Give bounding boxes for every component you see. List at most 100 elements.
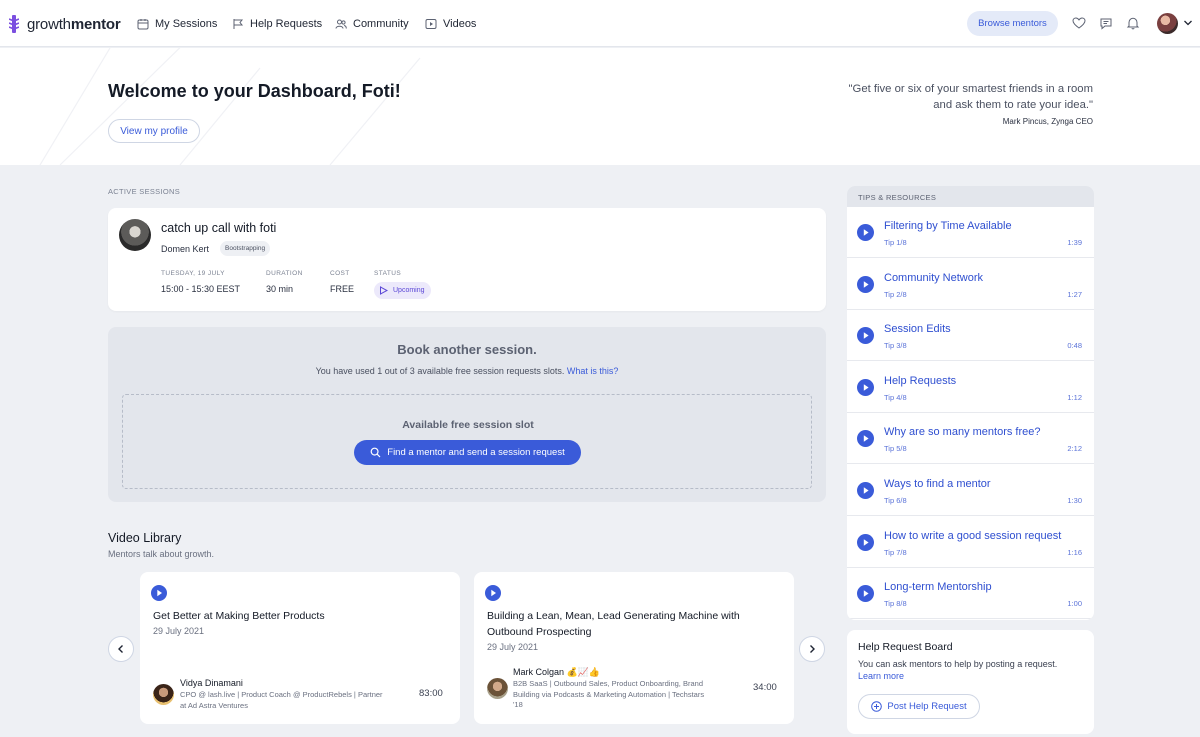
- play-icon[interactable]: [857, 585, 874, 603]
- mentor-avatar: [119, 219, 151, 251]
- tip-duration: 0:48: [1067, 341, 1082, 351]
- nav-community[interactable]: Community: [335, 15, 409, 33]
- logo[interactable]: growthmentor: [9, 14, 121, 34]
- hero-banner: Welcome to your Dashboard, Foti! View my…: [0, 48, 1200, 165]
- quote-text: "Get five or six of your smartest friend…: [848, 83, 1093, 111]
- video-icon: [425, 19, 437, 29]
- tip-title: Community Network: [884, 271, 984, 284]
- video-author: Vidya Dinamani: [180, 678, 243, 688]
- tip-item[interactable]: Filtering by Time Available Tip 1/8 1:39: [847, 207, 1094, 258]
- video-author-description: CPO @ lash.live | Product Coach @ Produc…: [180, 690, 383, 710]
- tip-duration: 1:30: [1067, 496, 1082, 505]
- nav-my-sessions[interactable]: My Sessions: [137, 15, 217, 33]
- post-help-request-button[interactable]: Post Help Request: [858, 694, 980, 719]
- play-icon[interactable]: [857, 533, 874, 551]
- video-duration: 34:00: [753, 682, 777, 693]
- cost-value: FREE: [330, 284, 355, 294]
- play-outline-icon: [380, 286, 388, 295]
- chat-icon[interactable]: [1099, 16, 1113, 30]
- help-board-title: Help Request Board: [858, 641, 953, 653]
- tip-number: Tip 4/8: [884, 392, 907, 402]
- duration-value: 30 min: [266, 284, 294, 294]
- play-icon[interactable]: [857, 430, 874, 448]
- status-label: STATUS: [374, 270, 402, 277]
- tip-title: How to write a good session request: [884, 529, 1062, 542]
- video-author-description: B2B SaaS | Outbound Sales, Product Onboa…: [513, 679, 705, 709]
- tip-item[interactable]: Community Network Tip 2/8 1:27: [847, 259, 1094, 310]
- chevron-left-icon: [118, 645, 123, 653]
- view-profile-button[interactable]: View my profile: [108, 119, 200, 143]
- logo-icon: [9, 15, 19, 33]
- tip-title: Help Requests: [884, 374, 957, 387]
- play-icon[interactable]: [857, 327, 874, 345]
- learn-more-link[interactable]: Learn more: [858, 671, 904, 681]
- tip-duration: 1:00: [1067, 599, 1082, 609]
- play-icon[interactable]: [857, 275, 874, 293]
- chevron-right-icon: [810, 645, 815, 653]
- tip-title: Session Edits: [884, 323, 951, 336]
- video-title: Get Better at Making Better Products: [153, 610, 325, 622]
- session-card[interactable]: catch up call with foti Domen Kert Boots…: [108, 208, 826, 311]
- nav-label: Community: [353, 18, 409, 30]
- logo-text: growthmentor: [27, 15, 121, 33]
- tip-duration: 1:16: [1067, 547, 1082, 557]
- tip-title: Long-term Mentorship: [884, 581, 992, 594]
- slot-title: Available free session slot: [402, 419, 534, 431]
- help-board-text: You can ask mentors to help by posting a…: [858, 659, 1058, 669]
- calendar-icon: [137, 19, 149, 30]
- tips-header: TIPS & RESOURCES: [847, 186, 1094, 207]
- find-mentor-button[interactable]: Find a mentor and send a session request: [354, 440, 581, 465]
- chevron-down-icon[interactable]: [1183, 18, 1193, 28]
- tip-item[interactable]: Session Edits Tip 3/8 0:48: [847, 310, 1094, 362]
- tip-number: Tip 3/8: [884, 341, 907, 351]
- page-title: Welcome to your Dashboard, Foti!: [108, 81, 401, 101]
- status-text: Upcoming: [393, 287, 425, 294]
- tip-duration: 1:39: [1067, 238, 1082, 247]
- tip-title: Ways to find a mentor: [884, 478, 991, 490]
- play-icon[interactable]: [857, 224, 874, 241]
- post-help-request-label: Post Help Request: [887, 701, 967, 712]
- tip-title: Filtering by Time Available: [884, 220, 1012, 232]
- duration-label: DURATION: [266, 270, 303, 277]
- tip-item[interactable]: How to write a good session request Tip 7…: [847, 517, 1094, 568]
- play-icon[interactable]: [857, 482, 874, 499]
- nav-label: Videos: [443, 18, 477, 30]
- carousel-prev-button[interactable]: [108, 636, 134, 662]
- tip-number: Tip 7/8: [884, 547, 907, 557]
- tip-item[interactable]: Help Requests Tip 4/8 1:12: [847, 362, 1094, 413]
- plus-circle-icon: [871, 701, 883, 712]
- video-card[interactable]: Get Better at Making Better Products 29 …: [140, 572, 460, 724]
- play-icon[interactable]: [151, 585, 167, 601]
- status-badge: Upcoming: [374, 282, 431, 299]
- book-subtitle: You have used 1 out of 3 available free …: [315, 366, 619, 376]
- tip-number: Tip 1/8: [884, 238, 907, 247]
- browse-mentors-button[interactable]: Browse mentors: [967, 11, 1058, 36]
- book-title: Book another session.: [397, 342, 537, 357]
- play-icon[interactable]: [857, 378, 874, 396]
- tip-item[interactable]: Long-term Mentorship Tip 8/8 1:00: [847, 568, 1094, 620]
- bell-icon[interactable]: [1126, 16, 1140, 30]
- nav-label: Help Requests: [250, 18, 323, 30]
- video-author: Mark Colgan 💰📈👍: [513, 667, 601, 677]
- carousel-next-button[interactable]: [799, 636, 825, 662]
- nav-help-requests[interactable]: Help Requests: [232, 15, 322, 33]
- heart-icon[interactable]: [1072, 16, 1086, 30]
- tip-duration: 1:12: [1067, 392, 1082, 402]
- video-card[interactable]: Building a Lean, Mean, Lead Generating M…: [474, 572, 794, 724]
- play-icon[interactable]: [485, 585, 501, 601]
- mentor-tag: Bootstrapping: [220, 241, 271, 256]
- user-avatar[interactable]: [1157, 13, 1178, 34]
- flag-icon: [233, 19, 244, 29]
- top-nav: growthmentor My Sessions Help Requests C…: [0, 0, 1200, 47]
- free-slot-box: Available free session slot Find a mento…: [122, 394, 812, 489]
- cost-label: COST: [330, 270, 350, 277]
- search-icon: [370, 447, 381, 458]
- nav-label: My Sessions: [155, 18, 218, 30]
- tip-item[interactable]: Ways to find a mentor Tip 6/8 1:30: [847, 465, 1094, 516]
- what-is-this-link[interactable]: What is this?: [567, 366, 619, 376]
- nav-videos[interactable]: Videos: [425, 15, 476, 33]
- people-icon: [335, 19, 347, 29]
- session-title: catch up call with foti: [161, 221, 277, 235]
- session-mentor-name: Domen Kert: [161, 244, 210, 254]
- tip-item[interactable]: Why are so many mentors free? Tip 5/8 2:12: [847, 413, 1094, 465]
